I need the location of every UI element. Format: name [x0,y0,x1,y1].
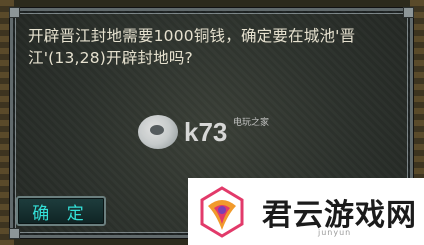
corner-rivet [9,7,20,18]
gamepad-icon [138,115,178,149]
corner-rivet [403,7,414,18]
watermark-subtext: 电玩之家 [233,118,270,128]
brand-watermark: 君云游戏网 junyun [188,178,424,245]
junyun-logo-icon [200,186,244,238]
dialog-message: 开辟晋江封地需要1000铜钱，确定要在城池'晋江'(13,28)开辟封地吗? [28,27,356,67]
k73-watermark: k73 电玩之家 [138,107,308,157]
confirm-button[interactable]: 确 定 [16,196,106,226]
brand-domain: junyun [318,228,352,237]
corner-rivet [9,228,20,239]
watermark-text: k73 [184,116,228,147]
